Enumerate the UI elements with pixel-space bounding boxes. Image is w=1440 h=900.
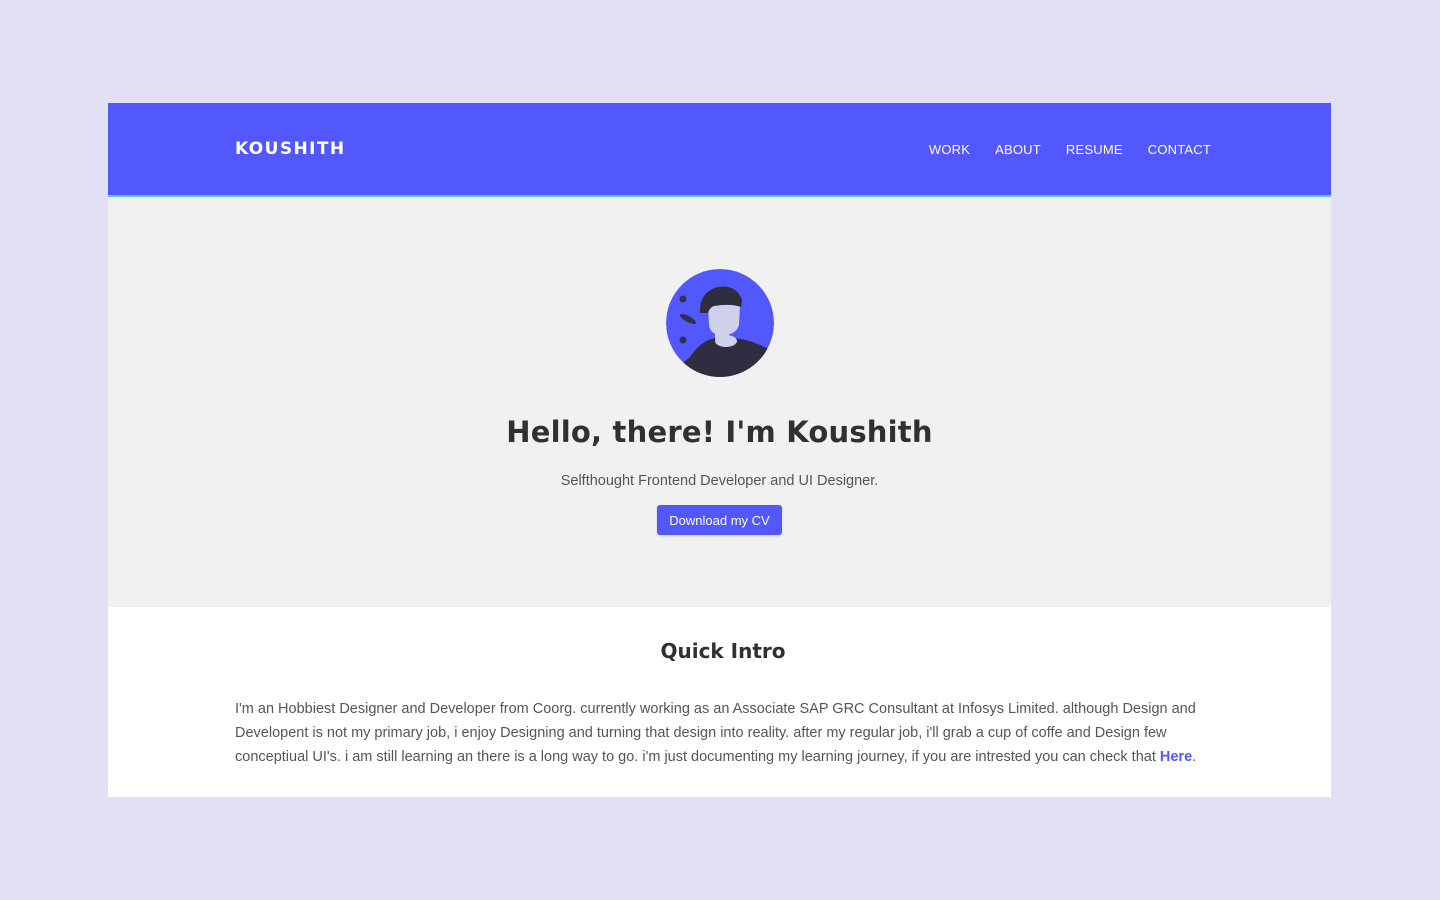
nav-link-contact[interactable]: CONTACT — [1148, 142, 1211, 157]
navbar: KOUSHITH WORK ABOUT RESUME CONTACT — [108, 103, 1331, 197]
download-cv-button[interactable]: Download my CV — [657, 505, 782, 535]
hero-section: Hello, there! I'm Koushith Selfthought F… — [108, 197, 1331, 607]
brand-logo[interactable]: KOUSHITH — [235, 139, 346, 159]
section-title: Quick Intro — [660, 639, 786, 663]
quick-intro-section: Quick Intro I'm an Hobbiest Designer and… — [108, 607, 1331, 769]
page-frame: KOUSHITH WORK ABOUT RESUME CONTACT Hello… — [108, 103, 1331, 797]
hero-title: Hello, there! I'm Koushith — [506, 415, 933, 449]
nav-link-resume[interactable]: RESUME — [1066, 142, 1123, 157]
nav-link-about[interactable]: ABOUT — [995, 142, 1041, 157]
nav-links: WORK ABOUT RESUME CONTACT — [929, 142, 1211, 157]
hero-subtitle: Selfthought Frontend Developer and UI De… — [560, 473, 879, 489]
intro-here-link[interactable]: Here — [1160, 749, 1192, 765]
intro-paragraph: I'm an Hobbiest Designer and Developer f… — [235, 697, 1211, 769]
avatar-icon — [665, 269, 774, 377]
intro-text: I'm an Hobbiest Designer and Developer f… — [235, 701, 1196, 765]
intro-text-end: . — [1192, 749, 1197, 765]
nav-link-work[interactable]: WORK — [929, 142, 970, 157]
